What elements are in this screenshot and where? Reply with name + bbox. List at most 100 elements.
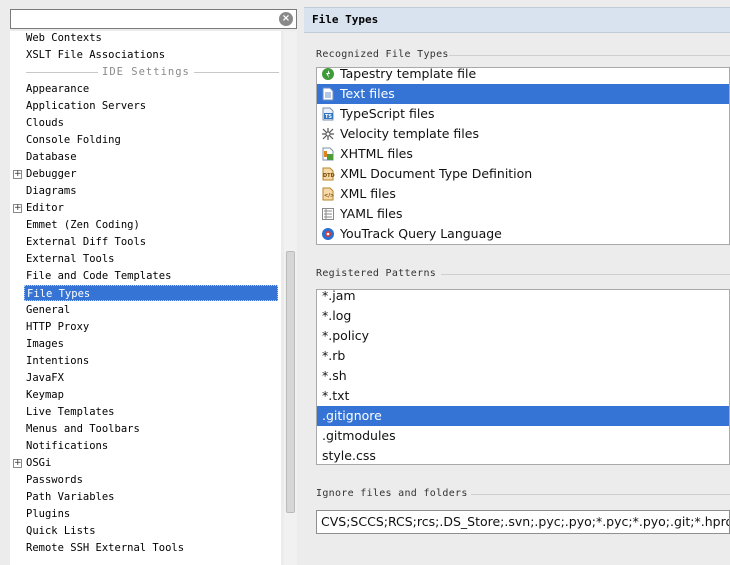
file-type-row[interactable]: YouTrack Query Language xyxy=(317,224,729,244)
file-types-list[interactable]: Tapestry template file Text files TS TypeSc… xyxy=(316,67,730,245)
tree-item[interactable]: Intentions xyxy=(10,353,281,370)
settings-sidebar: × Web Contexts XSLT File Associations IDE … xyxy=(0,0,299,565)
pattern-row[interactable]: *.sh xyxy=(317,366,729,386)
tree-item-label: Remote SSH External Tools xyxy=(26,542,185,554)
xml-icon: </> xyxy=(321,187,335,201)
pattern-label: *.rb xyxy=(322,348,346,363)
tree-item-label: Images xyxy=(26,338,64,350)
tree-item-label: File Types xyxy=(24,285,278,301)
tree-item-label: XSLT File Associations xyxy=(26,49,166,61)
tree-item[interactable]: Path Variables xyxy=(10,489,281,506)
tree-item[interactable]: + Editor xyxy=(10,200,281,217)
expand-icon[interactable]: + xyxy=(13,204,22,213)
ignore-files-input[interactable]: CVS;SCCS;RCS;rcs;.DS_Store;.svn;.pyc;.py… xyxy=(316,510,730,534)
tree-item[interactable]: + OSGi xyxy=(10,455,281,472)
pattern-row[interactable]: *.txt xyxy=(317,386,729,406)
pattern-label: .gitignore xyxy=(322,408,382,423)
tapestry-icon xyxy=(321,68,335,81)
pattern-row[interactable]: style.css xyxy=(317,446,729,464)
settings-tree: Web Contexts XSLT File Associations IDE Se… xyxy=(10,31,281,565)
tree-item-label: External Diff Tools xyxy=(26,236,147,248)
file-type-row[interactable]: Velocity template files xyxy=(317,124,729,144)
divider xyxy=(26,72,98,73)
file-type-label: XML files xyxy=(340,186,396,201)
tree-item[interactable]: Clouds xyxy=(10,115,281,132)
tree-item[interactable]: Database xyxy=(10,149,281,166)
tree-item[interactable]: Appearance xyxy=(10,81,281,98)
tree-item-label: Intentions xyxy=(26,355,90,367)
expand-icon[interactable]: + xyxy=(13,170,22,179)
tree-scrollbar[interactable] xyxy=(284,31,297,565)
velocity-icon xyxy=(321,127,335,141)
ignore-files-label: Ignore files and folders xyxy=(316,488,468,499)
pattern-row[interactable]: *.jam xyxy=(317,290,729,306)
pattern-row[interactable]: *.log xyxy=(317,306,729,326)
tree-item[interactable]: File and Code Templates xyxy=(10,268,281,285)
panel-header: File Types xyxy=(304,7,730,33)
tree-item[interactable]: Passwords xyxy=(10,472,281,489)
file-type-row[interactable]: </> XML files xyxy=(317,184,729,204)
tree-item[interactable]: External Tools xyxy=(10,251,281,268)
tree-item[interactable]: HTTP Proxy xyxy=(10,319,281,336)
expand-icon[interactable]: + xyxy=(13,459,22,468)
tree-item[interactable]: Console Folding xyxy=(10,132,281,149)
page-title: File Types xyxy=(312,13,379,26)
pattern-row[interactable]: *.policy xyxy=(317,326,729,346)
pattern-label: *.sh xyxy=(322,368,347,383)
tree-item-label: Clouds xyxy=(26,117,64,129)
tree-item-label: Editor xyxy=(26,202,64,214)
registered-patterns-label: Registered Patterns xyxy=(316,268,437,279)
svg-text:</>: </> xyxy=(324,193,334,199)
pattern-label: style.css xyxy=(322,448,376,463)
pattern-row[interactable]: .gitmodules xyxy=(317,426,729,446)
tree-item[interactable]: Application Servers xyxy=(10,98,281,115)
file-type-row[interactable]: TS TypeScript files xyxy=(317,104,729,124)
tree-item[interactable]: XSLT File Associations xyxy=(10,47,281,64)
file-type-row[interactable]: YAML files xyxy=(317,204,729,224)
divider xyxy=(441,274,730,275)
tree-item[interactable]: Remote SSH External Tools xyxy=(10,540,281,557)
tree-item-label: Plugins xyxy=(26,508,71,520)
pattern-label: *.log xyxy=(322,308,352,323)
tree-item[interactable]: JavaFX xyxy=(10,370,281,387)
tree-item[interactable]: File Types xyxy=(10,285,281,302)
pattern-row[interactable]: .gitignore xyxy=(317,406,729,426)
tree-item[interactable]: Live Templates xyxy=(10,404,281,421)
clear-search-icon[interactable]: × xyxy=(279,12,293,26)
registered-patterns-list[interactable]: *.jam *.log *.policy *.rb *.sh *.txt .gitignor… xyxy=(316,289,730,465)
tree-item[interactable]: Notifications xyxy=(10,438,281,455)
tree-item[interactable]: Emmet (Zen Coding) xyxy=(10,217,281,234)
settings-search-input[interactable]: × xyxy=(10,9,297,29)
divider xyxy=(449,55,730,56)
file-type-row[interactable]: Tapestry template file xyxy=(317,68,729,84)
file-type-label: YAML files xyxy=(340,206,403,221)
tree-item[interactable]: General xyxy=(10,302,281,319)
tree-item-label: Web Contexts xyxy=(26,32,102,44)
yaml-icon xyxy=(321,207,335,221)
tree-item[interactable]: Diagrams xyxy=(10,183,281,200)
scrollbar-thumb[interactable] xyxy=(286,251,295,513)
pattern-label: .gitmodules xyxy=(322,428,396,443)
divider xyxy=(471,494,730,495)
file-type-label: Text files xyxy=(340,86,395,101)
file-type-row[interactable]: Text files xyxy=(317,84,729,104)
tree-item[interactable]: Images xyxy=(10,336,281,353)
tree-item[interactable]: Menus and Toolbars xyxy=(10,421,281,438)
svg-text:TS: TS xyxy=(325,114,332,120)
tree-item-label: OSGi xyxy=(26,457,52,469)
tree-item-label: JavaFX xyxy=(26,372,64,384)
tree-item[interactable]: + Debugger xyxy=(10,166,281,183)
tree-item[interactable]: Plugins xyxy=(10,506,281,523)
dtd-icon: DTD xyxy=(321,167,335,181)
file-type-row[interactable]: DTD XML Document Type Definition xyxy=(317,164,729,184)
tree-item[interactable]: Quick Lists xyxy=(10,523,281,540)
tree-item-label: Appearance xyxy=(26,83,90,95)
tree-item[interactable]: Keymap xyxy=(10,387,281,404)
tree-section-header: IDE Settings xyxy=(10,64,281,81)
tree-item[interactable]: External Diff Tools xyxy=(10,234,281,251)
tree-item-label: HTTP Proxy xyxy=(26,321,90,333)
pattern-row[interactable]: *.rb xyxy=(317,346,729,366)
file-type-label: XML Document Type Definition xyxy=(340,166,533,181)
file-type-row[interactable]: XHTML files xyxy=(317,144,729,164)
tree-item[interactable]: Web Contexts xyxy=(10,31,281,47)
